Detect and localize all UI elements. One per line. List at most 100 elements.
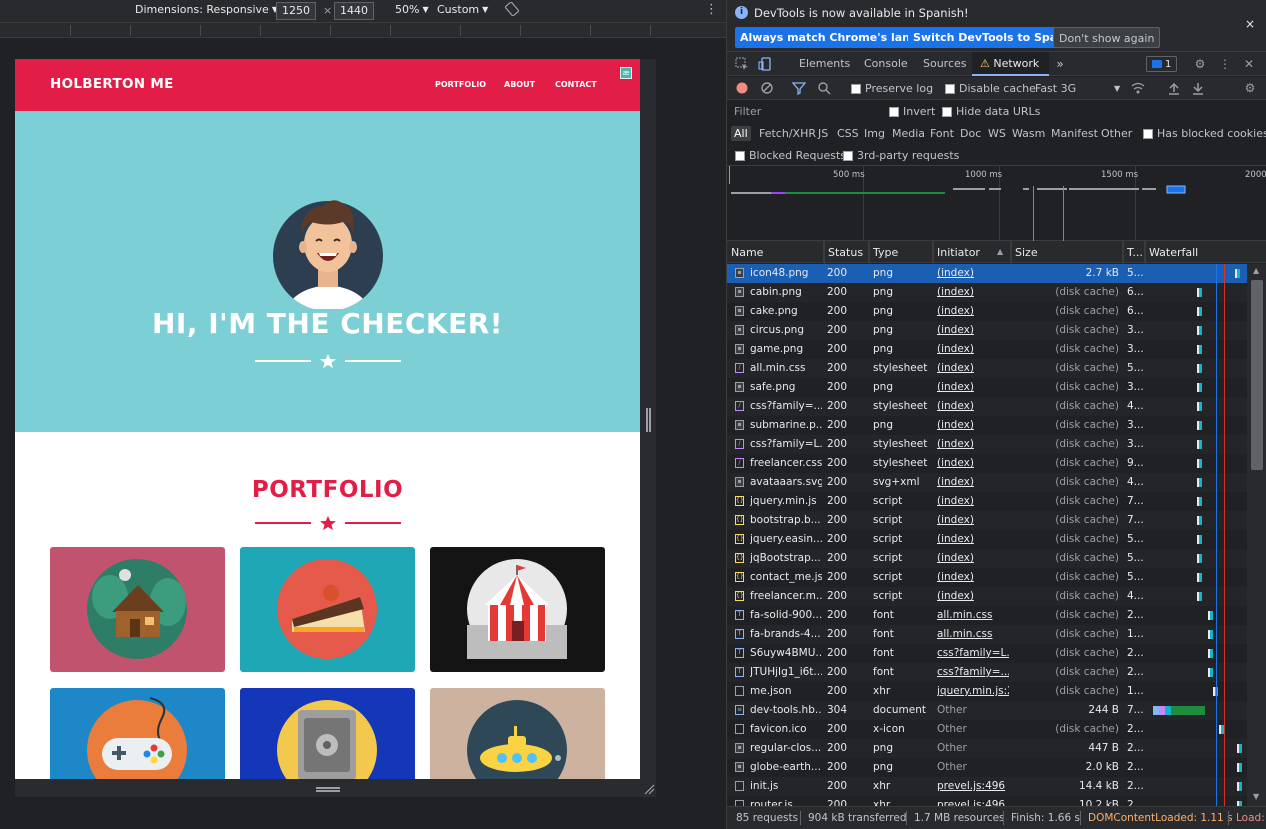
type-filter-img[interactable]: Img: [861, 126, 888, 141]
blocked-requests-checkbox[interactable]: Blocked Requests: [735, 149, 846, 162]
import-har-icon[interactable]: [1167, 81, 1181, 95]
width-input[interactable]: 1250: [276, 2, 316, 20]
tab-network[interactable]: ⚠ Network: [972, 52, 1050, 76]
filter-icon[interactable]: [791, 81, 807, 96]
request-initiator[interactable]: (index): [937, 267, 1009, 279]
type-filter-media[interactable]: Media: [889, 126, 928, 141]
resize-height-handle[interactable]: [316, 787, 340, 792]
type-filter-font[interactable]: Font: [927, 126, 957, 141]
request-initiator[interactable]: all.min.css: [937, 628, 1009, 640]
type-filter-fetch-xhr[interactable]: Fetch/XHR: [756, 126, 819, 141]
request-row[interactable]: ≡ dev-tools.hb... 304 document Other 244 B 7..…: [727, 701, 1247, 720]
invert-checkbox[interactable]: Invert: [889, 105, 935, 118]
request-initiator[interactable]: jquery.min.js:2: [937, 685, 1009, 697]
request-row[interactable]: favicon.ico 200 x-icon Other (disk cache) 2..…: [727, 720, 1247, 739]
request-row[interactable]: Tfa-brands-4... 200 font all.min.css (disk c…: [727, 625, 1247, 644]
request-initiator[interactable]: (index): [937, 362, 1009, 374]
request-initiator[interactable]: (index): [937, 533, 1009, 545]
clear-icon[interactable]: [760, 81, 774, 95]
request-row[interactable]: ▪ game.png 200 png (index) (disk cache) 3...: [727, 340, 1247, 359]
request-initiator[interactable]: (index): [937, 590, 1009, 602]
request-name[interactable]: css?family=...: [750, 400, 822, 412]
request-name[interactable]: jquery.min.js: [750, 495, 822, 507]
type-filter-ws[interactable]: WS: [985, 126, 1009, 141]
portfolio-tile-game[interactable]: [50, 688, 225, 779]
filter-input[interactable]: Filter: [729, 102, 873, 120]
request-initiator[interactable]: (index): [937, 514, 1009, 526]
request-row[interactable]: ▪ safe.png 200 png (index) (disk cache) 3...: [727, 378, 1247, 397]
record-icon[interactable]: [735, 81, 749, 95]
request-initiator[interactable]: css?family=L...: [937, 647, 1009, 659]
request-name[interactable]: regular-clos...: [750, 742, 822, 754]
request-initiator[interactable]: (index): [937, 438, 1009, 450]
request-name[interactable]: freelancer.css: [750, 457, 822, 469]
request-row[interactable]: ▪ globe-earth... 200 png Other 2.0 kB 2...: [727, 758, 1247, 777]
request-initiator[interactable]: (index): [937, 400, 1009, 412]
portfolio-tile-submarine[interactable]: [430, 688, 605, 779]
site-brand[interactable]: HOLBERTON ME: [50, 76, 174, 92]
portfolio-tile-circus[interactable]: [430, 547, 605, 672]
request-initiator[interactable]: prevel.js:496: [937, 799, 1009, 806]
request-name[interactable]: bootstrap.b...: [750, 514, 822, 526]
network-overview-timeline[interactable]: 500 ms 1000 ms 1500 ms 2000: [727, 166, 1266, 241]
throttle-dropdown[interactable]: Custom ▼: [437, 3, 488, 16]
inspect-element-icon[interactable]: [735, 57, 749, 71]
resize-corner-handle[interactable]: [643, 783, 655, 795]
network-settings-icon[interactable]: ⚙: [1243, 81, 1257, 95]
request-initiator[interactable]: css?family=...: [937, 666, 1009, 678]
type-filter-doc[interactable]: Doc: [957, 126, 984, 141]
request-name[interactable]: fa-brands-4...: [750, 628, 822, 640]
column-time[interactable]: T...: [1123, 241, 1145, 263]
request-name[interactable]: avataaars.svg: [750, 476, 822, 488]
disable-cache-checkbox[interactable]: Disable cache: [945, 82, 1036, 95]
request-initiator[interactable]: (index): [937, 571, 1009, 583]
third-party-checkbox[interactable]: 3rd-party requests: [843, 149, 959, 162]
tab-sources[interactable]: Sources: [913, 52, 977, 76]
request-initiator[interactable]: (index): [937, 495, 1009, 507]
request-initiator[interactable]: (index): [937, 324, 1009, 336]
request-name[interactable]: safe.png: [750, 381, 822, 393]
request-name[interactable]: globe-earth...: [750, 761, 822, 773]
dont-show-again-button[interactable]: Don't show again: [1053, 27, 1161, 48]
request-row[interactable]: Tfa-solid-900.... 200 font all.min.css (disk…: [727, 606, 1247, 625]
request-row[interactable]: T JTUHjIg1_i6t... 200 font css?family=... (di…: [727, 663, 1247, 682]
request-name[interactable]: favicon.ico: [750, 723, 822, 735]
request-name[interactable]: circus.png: [750, 324, 822, 336]
request-row[interactable]: ▪ regular-clos... 200 png Other 447 B 2...: [727, 739, 1247, 758]
requests-scroll-thumb[interactable]: [1251, 280, 1263, 470]
request-name[interactable]: jquery.easin...: [750, 533, 822, 545]
request-name[interactable]: css?family=L...: [750, 438, 822, 450]
request-row[interactable]: ▪ circus.png 200 png (index) (disk cache) 3...: [727, 321, 1247, 340]
dimensions-dropdown[interactable]: Dimensions: Responsive ▼: [135, 3, 278, 16]
request-row[interactable]: {} jquery.min.js 200 script (index) (disk cac…: [727, 492, 1247, 511]
request-initiator[interactable]: (index): [937, 305, 1009, 317]
request-row[interactable]: {} jquery.easin... 200 script (index) (disk c…: [727, 530, 1247, 549]
request-initiator[interactable]: (index): [937, 381, 1009, 393]
column-status[interactable]: Status: [824, 241, 869, 263]
request-name[interactable]: contact_me.js: [750, 571, 822, 583]
request-name[interactable]: JTUHjIg1_i6t...: [750, 666, 822, 678]
request-initiator[interactable]: Other: [937, 704, 1009, 716]
request-row[interactable]: ▪ icon48.png 200 png (index) 2.7 kB 5...: [727, 264, 1247, 283]
column-type[interactable]: Type: [869, 241, 933, 263]
type-filter-wasm[interactable]: Wasm: [1009, 126, 1048, 141]
request-name[interactable]: jqBootstrap...: [750, 552, 822, 564]
portfolio-tile-cake[interactable]: [240, 547, 415, 672]
request-initiator[interactable]: Other: [937, 761, 1009, 773]
request-initiator[interactable]: all.min.css: [937, 609, 1009, 621]
portfolio-tile-safe[interactable]: [240, 688, 415, 779]
export-har-icon[interactable]: [1191, 81, 1205, 95]
request-initiator[interactable]: prevel.js:496: [937, 780, 1009, 792]
request-initiator[interactable]: (index): [937, 476, 1009, 488]
rotate-icon[interactable]: [505, 2, 519, 16]
more-tabs-icon[interactable]: »: [1053, 57, 1067, 71]
column-name[interactable]: Name: [727, 241, 824, 263]
scroll-up-icon[interactable]: ▲: [1253, 266, 1259, 275]
request-name[interactable]: S6uyw4BMU...: [750, 647, 822, 659]
request-initiator[interactable]: (index): [937, 286, 1009, 298]
request-row[interactable]: ▪ submarine.p... 200 png (index) (disk cache)…: [727, 416, 1247, 435]
tab-console[interactable]: Console: [854, 52, 918, 76]
type-filter-manifest[interactable]: Manifest: [1048, 126, 1101, 141]
portfolio-tile-cabin[interactable]: [50, 547, 225, 672]
request-row[interactable]: / css?family=L... 200 stylesheet (index) (dis…: [727, 435, 1247, 454]
